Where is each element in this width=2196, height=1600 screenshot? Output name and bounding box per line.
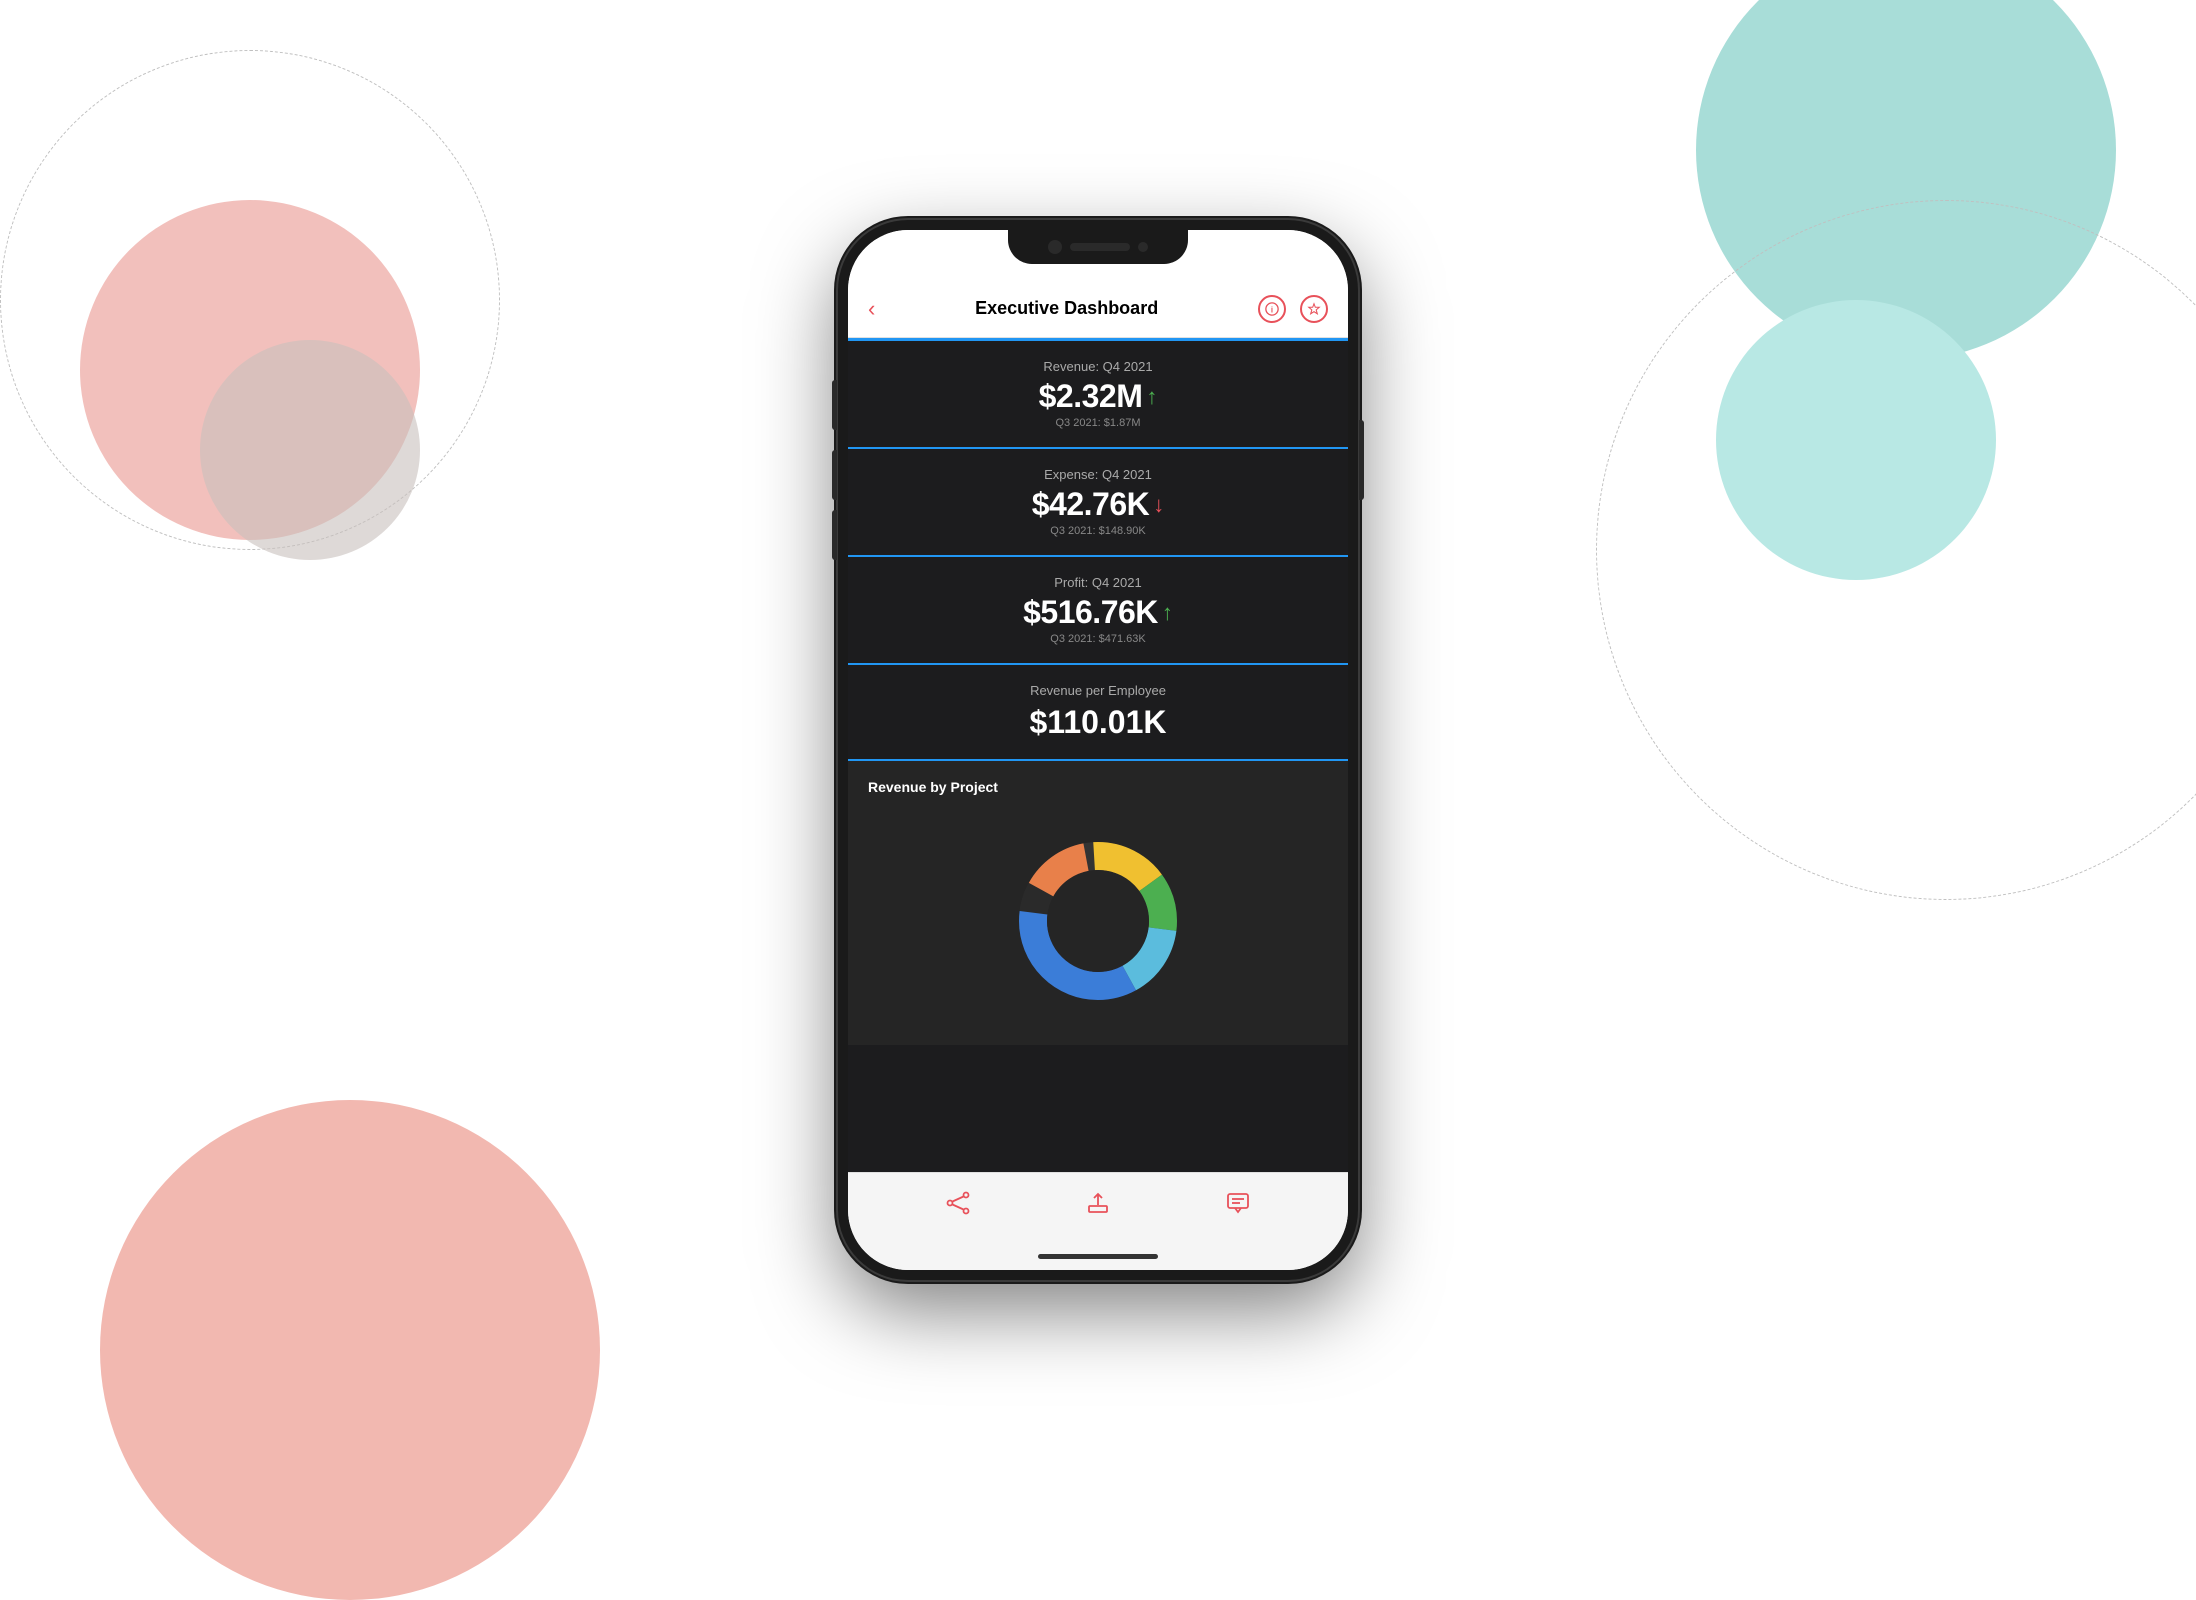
revenue-value: $2.32M (1039, 378, 1143, 415)
rev-per-employee-value: $110.01K (868, 704, 1328, 741)
star-icon (1307, 302, 1321, 316)
phone-screen: ‹ Executive Dashboard i (848, 230, 1348, 1270)
svg-text:i: i (1271, 305, 1273, 314)
phone-outer-shell: ‹ Executive Dashboard i (838, 220, 1358, 1280)
phone-notch (1008, 230, 1188, 264)
profit-label: Profit: Q4 2021 (868, 575, 1328, 590)
rev-per-employee-label: Revenue per Employee (868, 683, 1328, 698)
app-content: ‹ Executive Dashboard i (848, 230, 1348, 1270)
donut-inner (1047, 870, 1149, 972)
export-icon (1085, 1190, 1111, 1216)
revenue-label: Revenue: Q4 2021 (868, 359, 1328, 374)
donut-chart (998, 821, 1198, 1021)
bg-gray-left (200, 340, 420, 560)
home-indicator (848, 1242, 1348, 1270)
share-button[interactable] (945, 1190, 971, 1216)
comment-icon (1225, 1190, 1251, 1216)
phone-device: ‹ Executive Dashboard i (838, 220, 1358, 1280)
star-button[interactable] (1300, 295, 1328, 323)
revenue-trend-icon: ↑ (1146, 386, 1157, 408)
comment-button[interactable] (1225, 1190, 1251, 1216)
revenue-by-project-card: Revenue by Project (848, 759, 1348, 1045)
profit-prev: Q3 2021: $471.63K (868, 633, 1328, 645)
nav-icons: i (1258, 295, 1328, 323)
page-title: Executive Dashboard (975, 298, 1158, 319)
nav-header: ‹ Executive Dashboard i (848, 280, 1348, 338)
revenue-prev: Q3 2021: $1.87M (868, 417, 1328, 429)
expense-prev: Q3 2021: $148.90K (868, 525, 1328, 537)
bottom-toolbar (848, 1172, 1348, 1242)
bg-pink-bottom-left (100, 1100, 600, 1600)
share-icon (945, 1190, 971, 1216)
revenue-by-project-label: Revenue by Project (868, 779, 1328, 795)
home-bar (1038, 1254, 1158, 1259)
info-button[interactable]: i (1258, 295, 1286, 323)
expense-trend-icon: ↓ (1153, 494, 1164, 516)
notch-camera (1048, 240, 1062, 254)
expense-value-row: $42.76K ↓ (868, 486, 1328, 523)
rev-per-employee-card: Revenue per Employee $110.01K (848, 663, 1348, 759)
expense-card: Expense: Q4 2021 $42.76K ↓ Q3 2021: $148… (848, 447, 1348, 555)
scroll-content[interactable]: Revenue: Q4 2021 $2.32M ↑ Q3 2021: $1.87… (848, 341, 1348, 1172)
expense-value: $42.76K (1032, 486, 1149, 523)
profit-trend-icon: ↑ (1162, 602, 1173, 624)
revenue-value-row: $2.32M ↑ (868, 378, 1328, 415)
revenue-card: Revenue: Q4 2021 $2.32M ↑ Q3 2021: $1.87… (848, 341, 1348, 447)
export-button[interactable] (1085, 1190, 1111, 1216)
back-button[interactable]: ‹ (868, 296, 875, 322)
profit-value: $516.76K (1023, 594, 1158, 631)
info-icon: i (1265, 302, 1279, 316)
profit-value-row: $516.76K ↑ (868, 594, 1328, 631)
donut-chart-container (868, 811, 1328, 1021)
profit-card: Profit: Q4 2021 $516.76K ↑ Q3 2021: $471… (848, 555, 1348, 663)
notch-speaker (1070, 243, 1130, 251)
notch-dot (1138, 242, 1148, 252)
bg-teal-mid-right (1716, 300, 1996, 580)
expense-label: Expense: Q4 2021 (868, 467, 1328, 482)
